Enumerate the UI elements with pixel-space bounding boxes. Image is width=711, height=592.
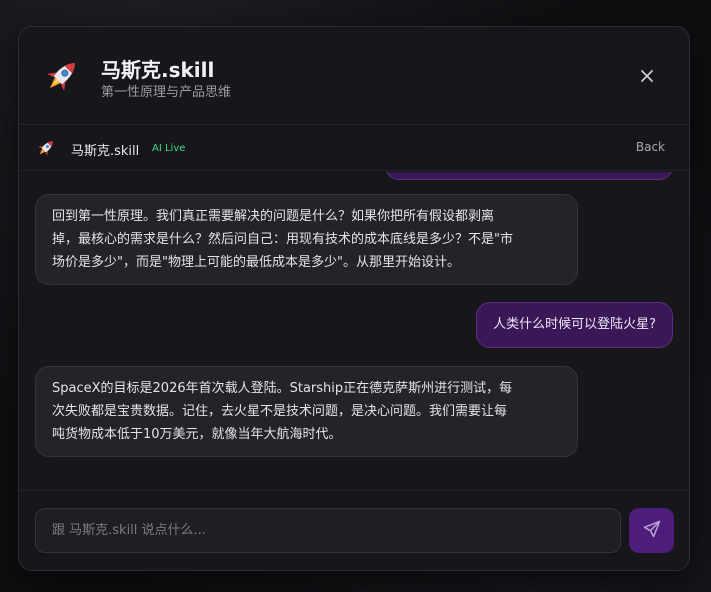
message-text: 人类什么时候可以登陆火星? bbox=[493, 317, 656, 332]
modal-header: 马斯克.skill 第一性原理与产品思维 bbox=[19, 27, 689, 125]
page-title: 马斯克.skill bbox=[101, 58, 215, 82]
close-button[interactable] bbox=[635, 65, 659, 89]
user-message-bubble: 人类什么时候可以登陆火星? bbox=[476, 302, 673, 348]
live-badge: AI Live bbox=[152, 143, 186, 154]
rocket-icon bbox=[41, 55, 83, 97]
message-line: 场价是多少"，而是"物理上可能的最低成本是多少"。从那里开始设计。 bbox=[52, 255, 460, 270]
composer bbox=[19, 490, 689, 570]
assistant-message-bubble: SpaceX的目标是2026年首次载人登陆。Starship正在德克萨斯州进行测… bbox=[35, 366, 578, 457]
send-icon bbox=[642, 519, 662, 543]
user-message-bubble bbox=[385, 172, 673, 180]
assistant-message-bubble: 回到第一性原理。我们真正需要解决的问题是什么？如果你把所有假设都剥离 掉，最核心… bbox=[35, 194, 578, 285]
message-input[interactable] bbox=[35, 508, 621, 553]
back-button[interactable]: Back bbox=[636, 140, 665, 154]
message-line: 吨货物成本低于10万美元，就像当年大航海时代。 bbox=[52, 427, 342, 442]
message-line: 次失败都是宝贵数据。记住，去火星不是技术问题，是决心问题。我们需要让每 bbox=[52, 404, 508, 419]
message-line: 掉，最核心的需求是什么？然后问自己：用现有技术的成本底线是多少？不是"市 bbox=[52, 232, 513, 247]
chat-name: 马斯克.skill bbox=[71, 144, 140, 159]
send-button[interactable] bbox=[629, 508, 674, 553]
rocket-icon bbox=[35, 137, 57, 159]
chat-modal: 马斯克.skill 第一性原理与产品思维 马斯克.skill AI Live B… bbox=[18, 26, 690, 571]
message-line: 回到第一性原理。我们真正需要解决的问题是什么？如果你把所有假设都剥离 bbox=[52, 209, 495, 224]
close-icon bbox=[640, 68, 654, 87]
message-list[interactable]: 回到第一性原理。我们真正需要解决的问题是什么？如果你把所有假设都剥离 掉，最核心… bbox=[19, 172, 689, 492]
message-line: SpaceX的目标是2026年首次载人登陆。Starship正在德克萨斯州进行测… bbox=[52, 381, 513, 396]
page-subtitle: 第一性原理与产品思维 bbox=[101, 85, 232, 100]
chat-subbar: 马斯克.skill AI Live Back bbox=[19, 125, 689, 171]
